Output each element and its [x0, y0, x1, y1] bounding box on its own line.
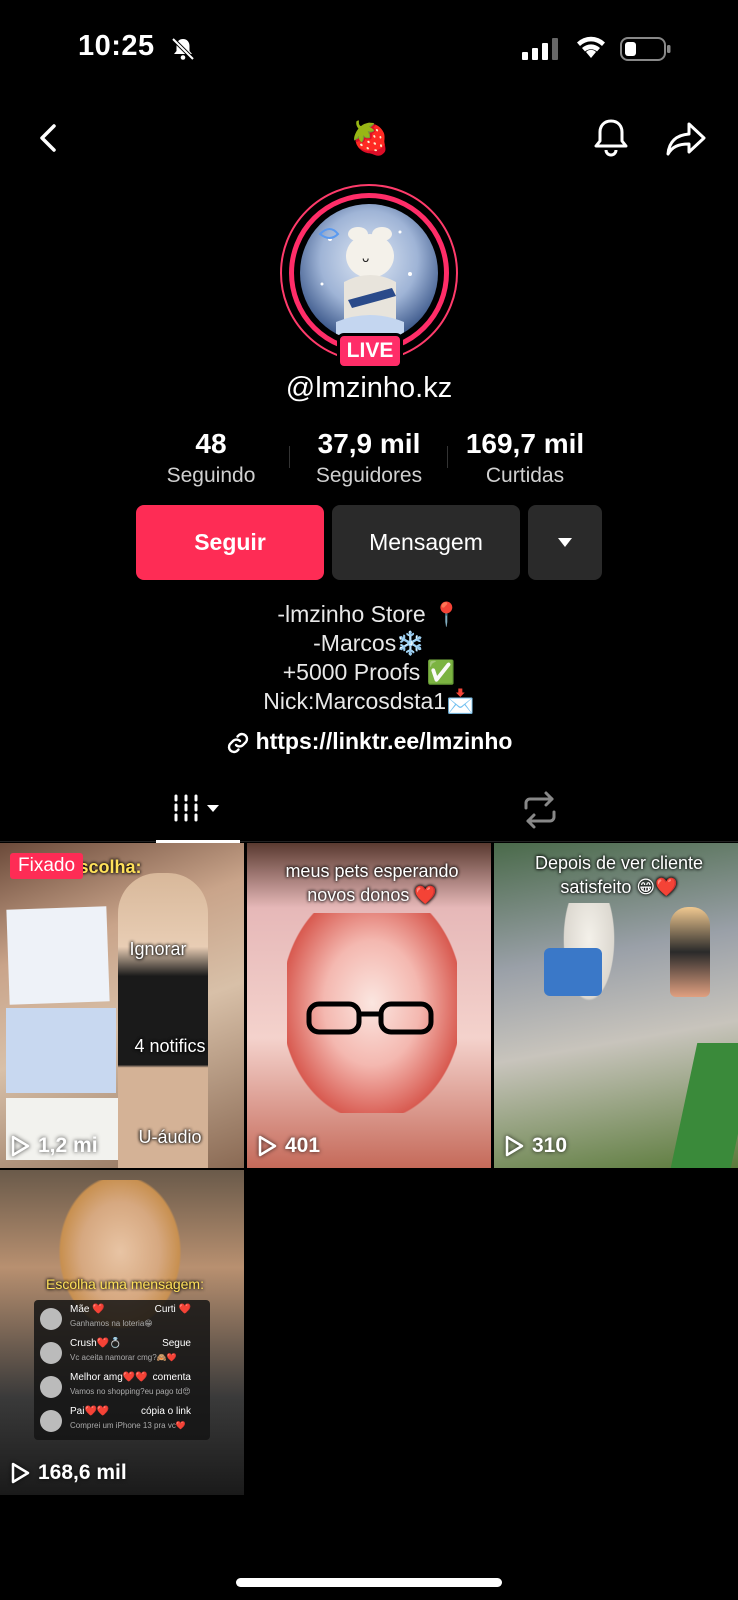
chat-message: Vamos no shopping?eu pago td😍 [70, 1387, 191, 1396]
stat-followers[interactable]: 37,9 mil Seguidores [308, 428, 430, 488]
bio-line: -lmzinho Store 📍 [277, 601, 461, 627]
notification-bell-icon[interactable] [590, 116, 632, 160]
character-image [670, 907, 710, 997]
view-count: 401 [257, 1134, 320, 1158]
bio-link-text: https://linktr.ee/lmzinho [255, 728, 513, 754]
battery-icon [620, 37, 671, 61]
header-strawberry-emoji: 🍓 [350, 120, 390, 156]
person-image [118, 873, 208, 1168]
overlay-text: U-áudio [138, 1127, 202, 1147]
bio-line: Nick:Marcosdsta1📩 [263, 688, 475, 714]
avatar-placeholder-icon [40, 1376, 62, 1398]
profile-username: @lmzinho.kz [285, 372, 453, 404]
video-thumbnail[interactable]: Escolha uma mensagem: Mãe ❤️ Ganhamos na… [0, 1170, 244, 1495]
chat-option: Crush❤️💍 Vc aceita namorar cmg?🙈❤️ Segue [40, 1336, 205, 1370]
avatar-placeholder-icon [40, 1410, 62, 1432]
tab-videos[interactable] [156, 780, 240, 843]
stat-following-value: 48 [195, 428, 227, 459]
chat-action: cópia o link [140, 1406, 191, 1417]
video-caption: Depois de ver cliente satisfeito 😁❤️ [534, 853, 704, 897]
more-options-button[interactable] [528, 505, 602, 580]
grade-sheet-image [6, 906, 110, 1005]
stat-likes-label: Curtidas [485, 464, 565, 487]
view-count-text: 168,6 mil [38, 1461, 127, 1484]
status-time: 10:25 [78, 30, 155, 62]
message-button[interactable]: Mensagem [332, 505, 520, 580]
pinned-badge: Fixado [10, 853, 84, 879]
caret-down-icon [558, 538, 572, 547]
chat-option: Mãe ❤️ Ganhamos na loteria😁 Curti ❤️ [40, 1302, 205, 1336]
chat-action: Segue [162, 1338, 191, 1349]
view-count-text: 1,2 mi [38, 1134, 98, 1157]
stat-followers-label: Seguidores [315, 464, 423, 487]
repost-icon[interactable] [520, 790, 560, 830]
chat-name: Mãe ❤️ [70, 1304, 105, 1315]
stat-likes-value: 169,7 mil [465, 428, 585, 459]
chat-name: Pai❤️❤️ [70, 1406, 110, 1417]
play-icon [11, 1462, 30, 1484]
stat-following-label: Seguindo [166, 464, 256, 487]
stat-followers-value: 37,9 mil [317, 428, 421, 459]
bio-line: +5000 Proofs ✅ [282, 659, 456, 685]
stat-divider [289, 446, 290, 468]
chat-name: Crush❤️💍 [70, 1338, 122, 1349]
chat-name: Melhor amg❤️❤️ [70, 1372, 148, 1383]
video-caption: meus pets esperando novos donos ❤️ [285, 861, 459, 905]
grid-videos-icon [174, 794, 219, 822]
bell-muted-icon [171, 37, 195, 61]
grass-image [670, 1043, 738, 1168]
view-count-text: 401 [285, 1134, 321, 1157]
chat-message: Comprei um iPhone 13 pra vc❤️ [70, 1421, 186, 1430]
stat-likes[interactable]: 169,7 mil Curtidas [460, 428, 590, 488]
back-arrow-icon[interactable] [28, 116, 72, 160]
boombox-image [544, 948, 602, 996]
bio-line: -Marcos❄️ [313, 630, 425, 656]
status-bar: 10:25 [0, 0, 738, 100]
chat-option: Pai❤️❤️ Comprei um iPhone 13 pra vc❤️ có… [40, 1404, 205, 1438]
share-arrow-icon[interactable] [664, 118, 708, 160]
play-icon [11, 1135, 30, 1157]
view-count: 1,2 mi [10, 1134, 98, 1158]
live-badge[interactable]: LIVE [337, 333, 403, 369]
content-tabs [0, 780, 738, 843]
view-count: 310 [504, 1134, 567, 1158]
chat-message: Ganhamos na loteria😁 [70, 1319, 153, 1328]
play-icon [258, 1135, 277, 1157]
wifi-icon [577, 36, 605, 58]
video-thumbnail[interactable]: Escolha: Ignorar 4 notifics U-áudio Fixa… [0, 843, 244, 1168]
stat-following[interactable]: 48 Seguindo [160, 428, 262, 488]
chat-action: Curti ❤️ [154, 1304, 191, 1315]
chat-options-box: Mãe ❤️ Ganhamos na loteria😁 Curti ❤️ Cru… [34, 1300, 210, 1440]
video-caption: Escolha uma mensagem: [46, 1276, 204, 1292]
bio-link[interactable]: https://linktr.ee/lmzinho [0, 728, 738, 755]
avatar-placeholder-icon [40, 1308, 62, 1330]
cellular-signal-icon [522, 38, 558, 60]
profile-bio: -lmzinho Store 📍 -Marcos❄️ +5000 Proofs … [0, 600, 738, 716]
video-thumbnail[interactable]: Depois de ver cliente satisfeito 😁❤️ 310 [494, 843, 738, 1168]
avatar-placeholder-icon [40, 1342, 62, 1364]
video-thumbnail[interactable]: meus pets esperando novos donos ❤️ 401 [247, 843, 491, 1168]
follow-button[interactable]: Seguir [136, 505, 324, 580]
view-count-text: 310 [532, 1134, 568, 1157]
overlay-text: Ignorar [129, 939, 187, 959]
play-icon [505, 1135, 524, 1157]
glasses-image [306, 1001, 434, 1035]
chat-action: comenta [152, 1372, 191, 1383]
chat-option: Melhor amg❤️❤️ Vamos no shopping?eu pago… [40, 1370, 205, 1404]
avatar-image: ᴗ [300, 204, 438, 342]
svg-text:ᴗ: ᴗ [362, 251, 369, 265]
overlay-text: 4 notifics [134, 1036, 206, 1056]
stat-divider [447, 446, 448, 468]
view-count: 168,6 mil [10, 1461, 127, 1485]
profile-stats: 48 Seguindo 37,9 mil Seguidores 169,7 mi… [0, 428, 738, 488]
chat-message: Vc aceita namorar cmg?🙈❤️ [70, 1353, 177, 1362]
top-nav: 🍓 [0, 110, 738, 170]
grade-table-image [6, 1008, 116, 1093]
home-indicator[interactable] [236, 1578, 502, 1587]
link-icon [227, 732, 248, 754]
